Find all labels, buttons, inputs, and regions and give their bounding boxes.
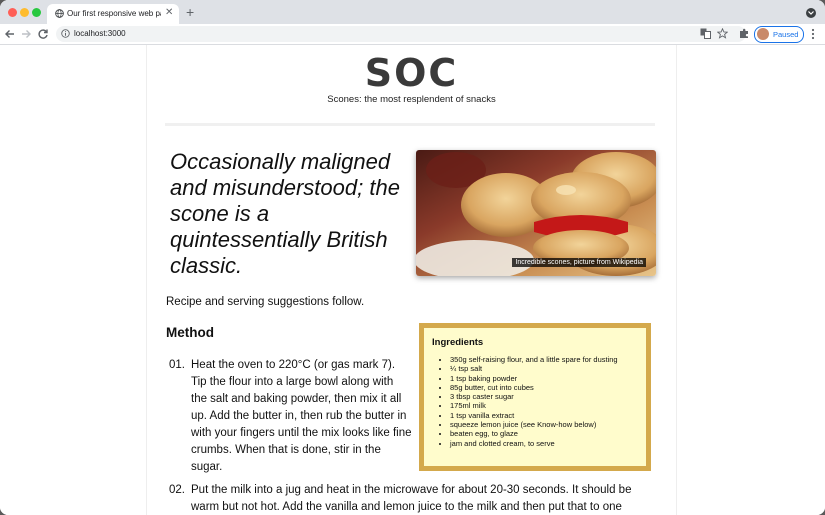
browser-window: Our first responsive web page ✕ + localh…	[0, 0, 825, 515]
scones-photo: Incredible scones, picture from Wikipedi…	[416, 150, 656, 276]
image-caption: Incredible scones, picture from Wikipedi…	[512, 258, 646, 267]
minimize-window-button[interactable]	[20, 8, 29, 17]
tab-close-icon[interactable]: ✕	[165, 7, 173, 19]
reload-icon[interactable]	[36, 27, 50, 41]
chevron-down-icon	[808, 11, 814, 15]
step-text: Put the milk into a jug and heat in the …	[191, 484, 632, 513]
step-number: 02.	[169, 484, 185, 496]
url-text[interactable]: localhost:3000	[74, 29, 126, 38]
tab-title: Our first responsive web page	[67, 9, 161, 18]
tab-strip: Our first responsive web page ✕ +	[0, 0, 825, 24]
page-viewport: SOC Scones: the most resplendent of snac…	[0, 45, 825, 515]
address-bar[interactable]: localhost:3000	[56, 26, 746, 42]
method-step: 01. Heat the oven to 220°C (or gas mark …	[169, 357, 412, 476]
more-menu-icon[interactable]	[811, 28, 815, 40]
avatar	[757, 28, 769, 40]
info-icon[interactable]	[61, 29, 70, 38]
site-tagline: Scones: the most resplendent of snacks	[327, 94, 496, 105]
step-text: Heat the oven to 220°C (or gas mark 7). …	[191, 359, 412, 473]
method-step: 02. Put the milk into a jug and heat in …	[169, 482, 639, 515]
browser-toolbar: localhost:3000 Paused	[0, 24, 825, 45]
logo-text: SOC	[364, 51, 459, 95]
page-content: SOC Scones: the most resplendent of snac…	[146, 45, 677, 515]
method-heading: Method	[166, 325, 214, 340]
globe-icon	[55, 9, 64, 18]
forward-arrow-icon[interactable]	[19, 27, 33, 41]
ingredients-title: Ingredients	[432, 337, 484, 348]
extensions-puzzle-icon[interactable]	[739, 28, 750, 39]
new-tab-button[interactable]: +	[186, 4, 194, 20]
intro-text: Recipe and serving suggestions follow.	[166, 296, 365, 308]
back-arrow-icon[interactable]	[3, 27, 17, 41]
method-steps: 01. Heat the oven to 220°C (or gas mark …	[169, 357, 639, 515]
profile-button[interactable]: Paused	[754, 26, 804, 43]
lead-statement: Occasionally maligned and misunderstood;…	[170, 149, 400, 278]
zoom-window-button[interactable]	[32, 8, 41, 17]
browser-tab[interactable]: Our first responsive web page ✕	[47, 4, 179, 24]
translate-icon[interactable]	[700, 28, 711, 39]
tab-search-button[interactable]	[806, 8, 816, 18]
header-divider	[165, 123, 655, 126]
star-bookmark-icon[interactable]	[717, 28, 728, 39]
profile-status: Paused	[773, 30, 799, 39]
step-number: 01.	[169, 359, 185, 371]
site-logo: SOC	[147, 51, 676, 95]
close-window-button[interactable]	[8, 8, 17, 17]
